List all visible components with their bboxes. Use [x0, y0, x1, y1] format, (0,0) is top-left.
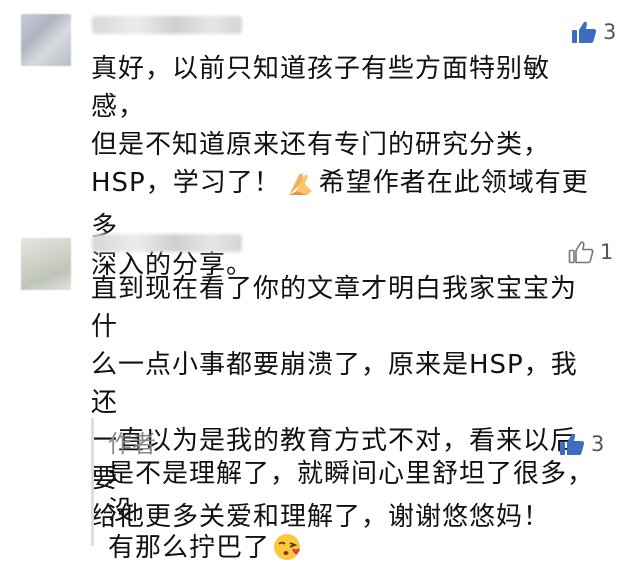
praying-hands-emoji-icon	[285, 169, 315, 208]
like-count: 1	[600, 240, 614, 264]
nickname-blurred[interactable]	[92, 234, 242, 252]
thumbs-up-outline-icon	[568, 240, 594, 264]
like-count: 3	[603, 20, 617, 44]
like-button[interactable]: 1	[568, 240, 613, 264]
reply-author-label[interactable]: 作者	[108, 424, 156, 459]
avatar[interactable]	[21, 238, 71, 290]
avatar[interactable]	[21, 14, 71, 66]
reply-text: 是不是理解了，就瞬间心里舒坦了很多，没 有那么拧巴了	[108, 456, 604, 573]
author-reply: 作者 3 是不是理解了，就瞬间心里舒坦了很多，没 有那么拧巴了	[91, 418, 624, 563]
like-count: 3	[591, 432, 605, 456]
thumbs-up-filled-icon	[571, 20, 597, 44]
kissing-face-emoji-icon	[272, 532, 302, 573]
thumbs-up-filled-icon	[559, 432, 585, 456]
like-button[interactable]: 3	[571, 20, 616, 44]
nickname-blurred[interactable]	[92, 16, 242, 34]
like-button[interactable]: 3	[559, 432, 604, 456]
